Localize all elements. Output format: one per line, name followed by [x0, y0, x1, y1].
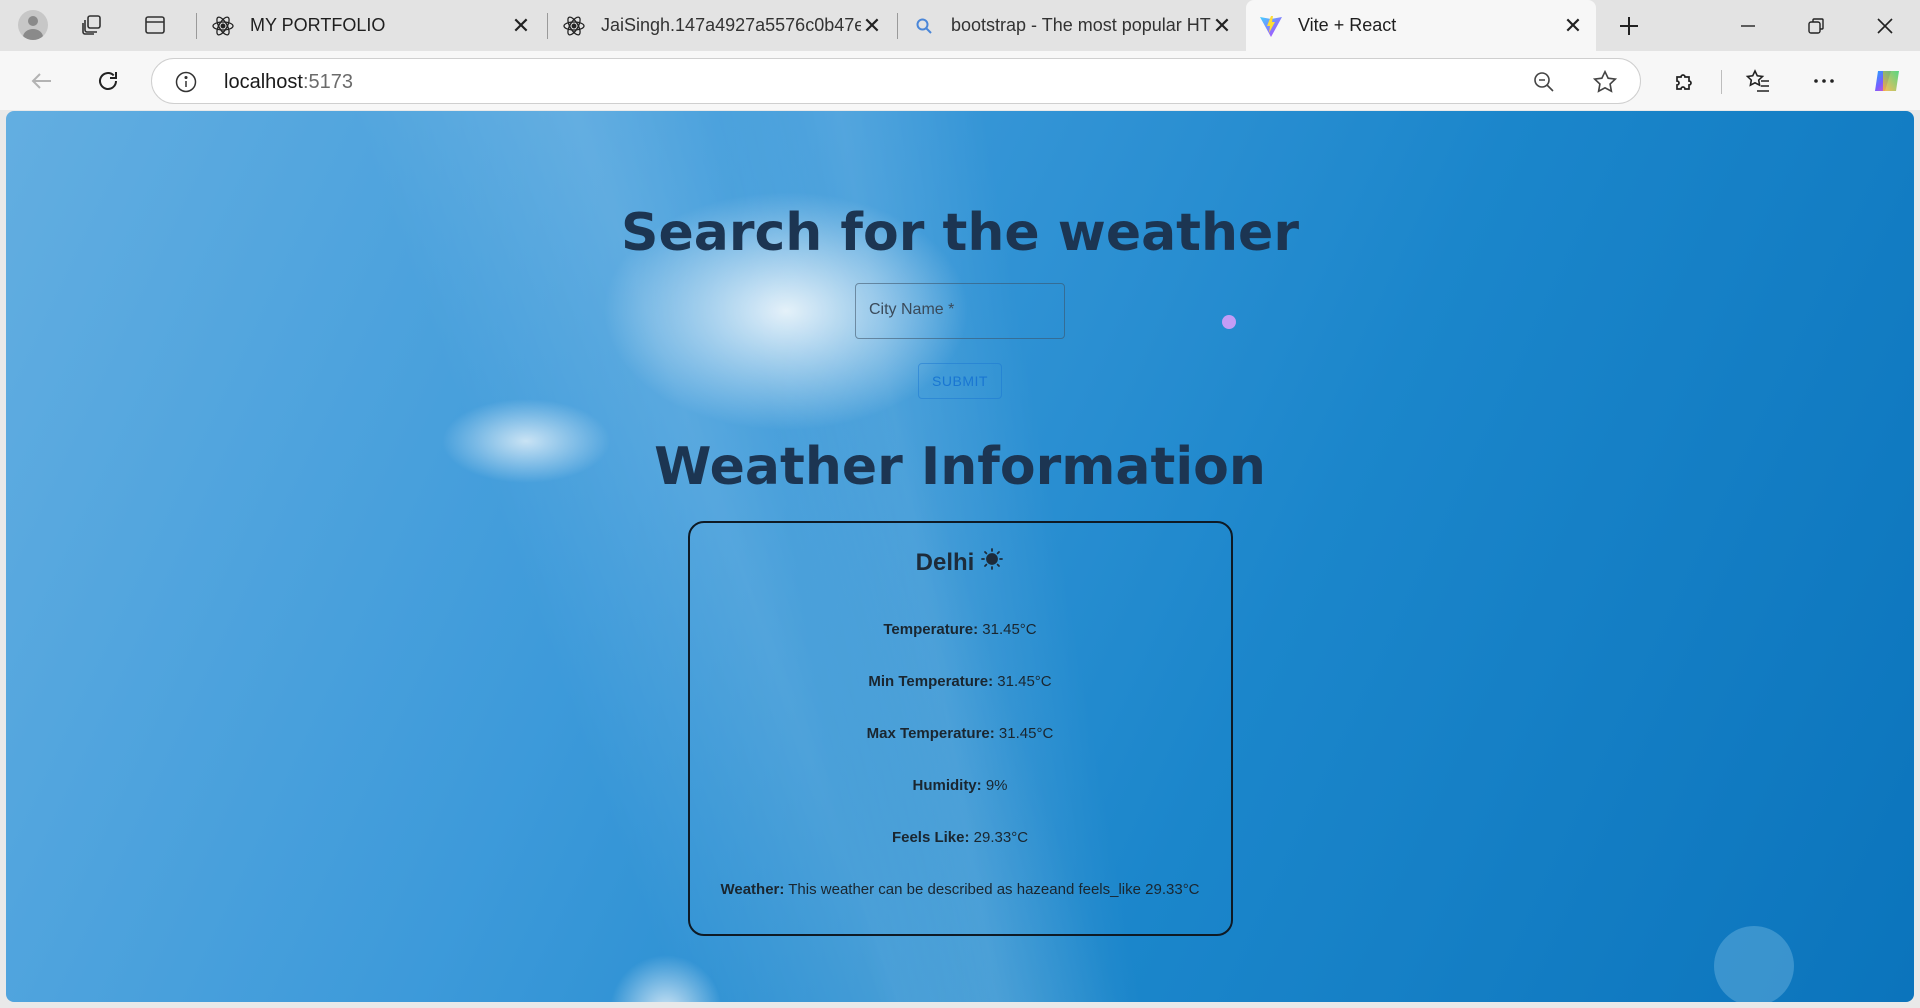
sun-icon — [980, 547, 1004, 578]
url-port: :5173 — [302, 71, 353, 93]
tab-vite-react[interactable]: Vite + React ✕ — [1246, 0, 1596, 51]
tab-separator — [897, 13, 898, 39]
weather-info-heading: Weather Information — [654, 437, 1266, 497]
url-host: localhost — [224, 71, 303, 93]
back-button[interactable] — [22, 61, 62, 101]
tab-separator — [547, 13, 548, 39]
row-label: Temperature: — [883, 621, 979, 638]
browser-toolbar: localhost:5173 — [0, 51, 1920, 110]
row-label: Weather: — [720, 881, 785, 898]
puzzle-icon — [1676, 74, 1692, 90]
tab-bootstrap[interactable]: bootstrap - The most popular HT ✕ — [899, 0, 1245, 51]
reload-icon — [99, 72, 117, 90]
vertical-tabs-icon — [145, 16, 165, 34]
toolbar-divider — [1721, 70, 1722, 94]
tab-title: bootstrap - The most popular HT — [951, 15, 1211, 35]
favorite-star-icon[interactable] — [1592, 69, 1618, 100]
close-icon[interactable]: ✕ — [861, 13, 883, 38]
row-value: 31.45°C — [994, 725, 1054, 742]
copilot-button[interactable] — [1867, 61, 1907, 101]
search-heading: Search for the weather — [621, 203, 1299, 263]
restore-icon — [1808, 17, 1824, 34]
row-value: 31.45°C — [993, 673, 1052, 690]
minimize-icon — [1741, 24, 1755, 27]
close-icon[interactable]: ✕ — [1211, 13, 1233, 38]
feels-like-row: Feels Like: 29.33°C — [892, 829, 1028, 846]
search-icon — [911, 13, 937, 39]
row-value: 31.45°C — [978, 621, 1037, 638]
row-label: Feels Like: — [891, 829, 970, 846]
url-text[interactable]: localhost:5173 — [224, 71, 353, 94]
react-icon — [561, 13, 587, 39]
tab-title: JaiSingh.147a4927a5576c0b47ea — [601, 15, 861, 35]
tab-jaisingh[interactable]: JaiSingh.147a4927a5576c0b47ea ✕ — [549, 0, 895, 51]
zoom-out-icon[interactable] — [1532, 70, 1556, 99]
weather-description-row: Weather: This weather can be described a… — [720, 881, 1199, 898]
close-icon[interactable]: ✕ — [1562, 13, 1584, 38]
extensions-button[interactable] — [1665, 61, 1705, 101]
plus-icon — [1620, 16, 1638, 35]
avatar-icon — [18, 10, 48, 40]
more-icon — [1814, 79, 1834, 83]
tab-actions-button[interactable] — [137, 7, 173, 43]
tab-title: MY PORTFOLIO — [250, 15, 386, 35]
min-temperature-row: Min Temperature: 31.45°C — [868, 673, 1051, 690]
weather-card: Delhi Temperature: 31.45°C Min Temperatu… — [687, 521, 1233, 936]
vite-icon — [1258, 13, 1284, 39]
submit-button[interactable]: SUBMIT — [918, 363, 1002, 399]
city-name: Delhi — [915, 548, 975, 576]
reload-button[interactable] — [88, 61, 128, 101]
favorites-list-icon — [1745, 69, 1769, 92]
tab-title: Vite + React — [1298, 15, 1397, 35]
workspaces-button[interactable] — [74, 7, 110, 43]
menu-button[interactable] — [1804, 61, 1844, 101]
new-tab-button[interactable] — [1594, 0, 1664, 51]
tab-my-portfolio[interactable]: MY PORTFOLIO ✕ — [198, 0, 544, 51]
page-viewport: Search for the weather City Name * SUBMI… — [6, 111, 1914, 1002]
close-icon[interactable]: ✕ — [510, 13, 532, 38]
restore-button[interactable] — [1781, 0, 1851, 51]
window-close-button[interactable] — [1850, 0, 1920, 51]
favorites-button[interactable] — [1738, 61, 1778, 101]
minimize-button[interactable] — [1713, 0, 1783, 51]
row-label: Humidity: — [912, 777, 982, 794]
profile-button[interactable] — [15, 7, 51, 43]
site-info-icon[interactable] — [175, 71, 197, 98]
humidity-row: Humidity: 9% — [912, 777, 1007, 794]
row-value: 9% — [981, 777, 1008, 794]
workspaces-icon — [82, 15, 101, 35]
row-label: Max Temperature: — [866, 725, 995, 742]
app-root: Search for the weather City Name * SUBMI… — [6, 111, 1914, 1002]
row-value: This weather can be described as hazeand… — [784, 881, 1200, 898]
react-icon — [210, 13, 236, 39]
max-temperature-row: Max Temperature: 31.45°C — [867, 725, 1054, 742]
tab-separator — [196, 13, 197, 39]
tab-strip: MY PORTFOLIO ✕ JaiSingh.147a4927a5576c0b… — [0, 0, 1920, 51]
city-name-input[interactable]: City Name * — [855, 283, 1065, 339]
address-bar[interactable]: localhost:5173 — [151, 58, 1641, 104]
temperature-row: Temperature: 31.45°C — [883, 621, 1036, 638]
back-arrow-icon — [31, 73, 51, 89]
row-label: Min Temperature: — [868, 673, 994, 690]
close-icon — [1877, 17, 1893, 34]
city-name-label: City Name * — [869, 301, 955, 318]
copilot-icon — [1875, 71, 1899, 91]
row-value: 29.33°C — [969, 829, 1029, 846]
card-title: Delhi — [916, 547, 1005, 578]
